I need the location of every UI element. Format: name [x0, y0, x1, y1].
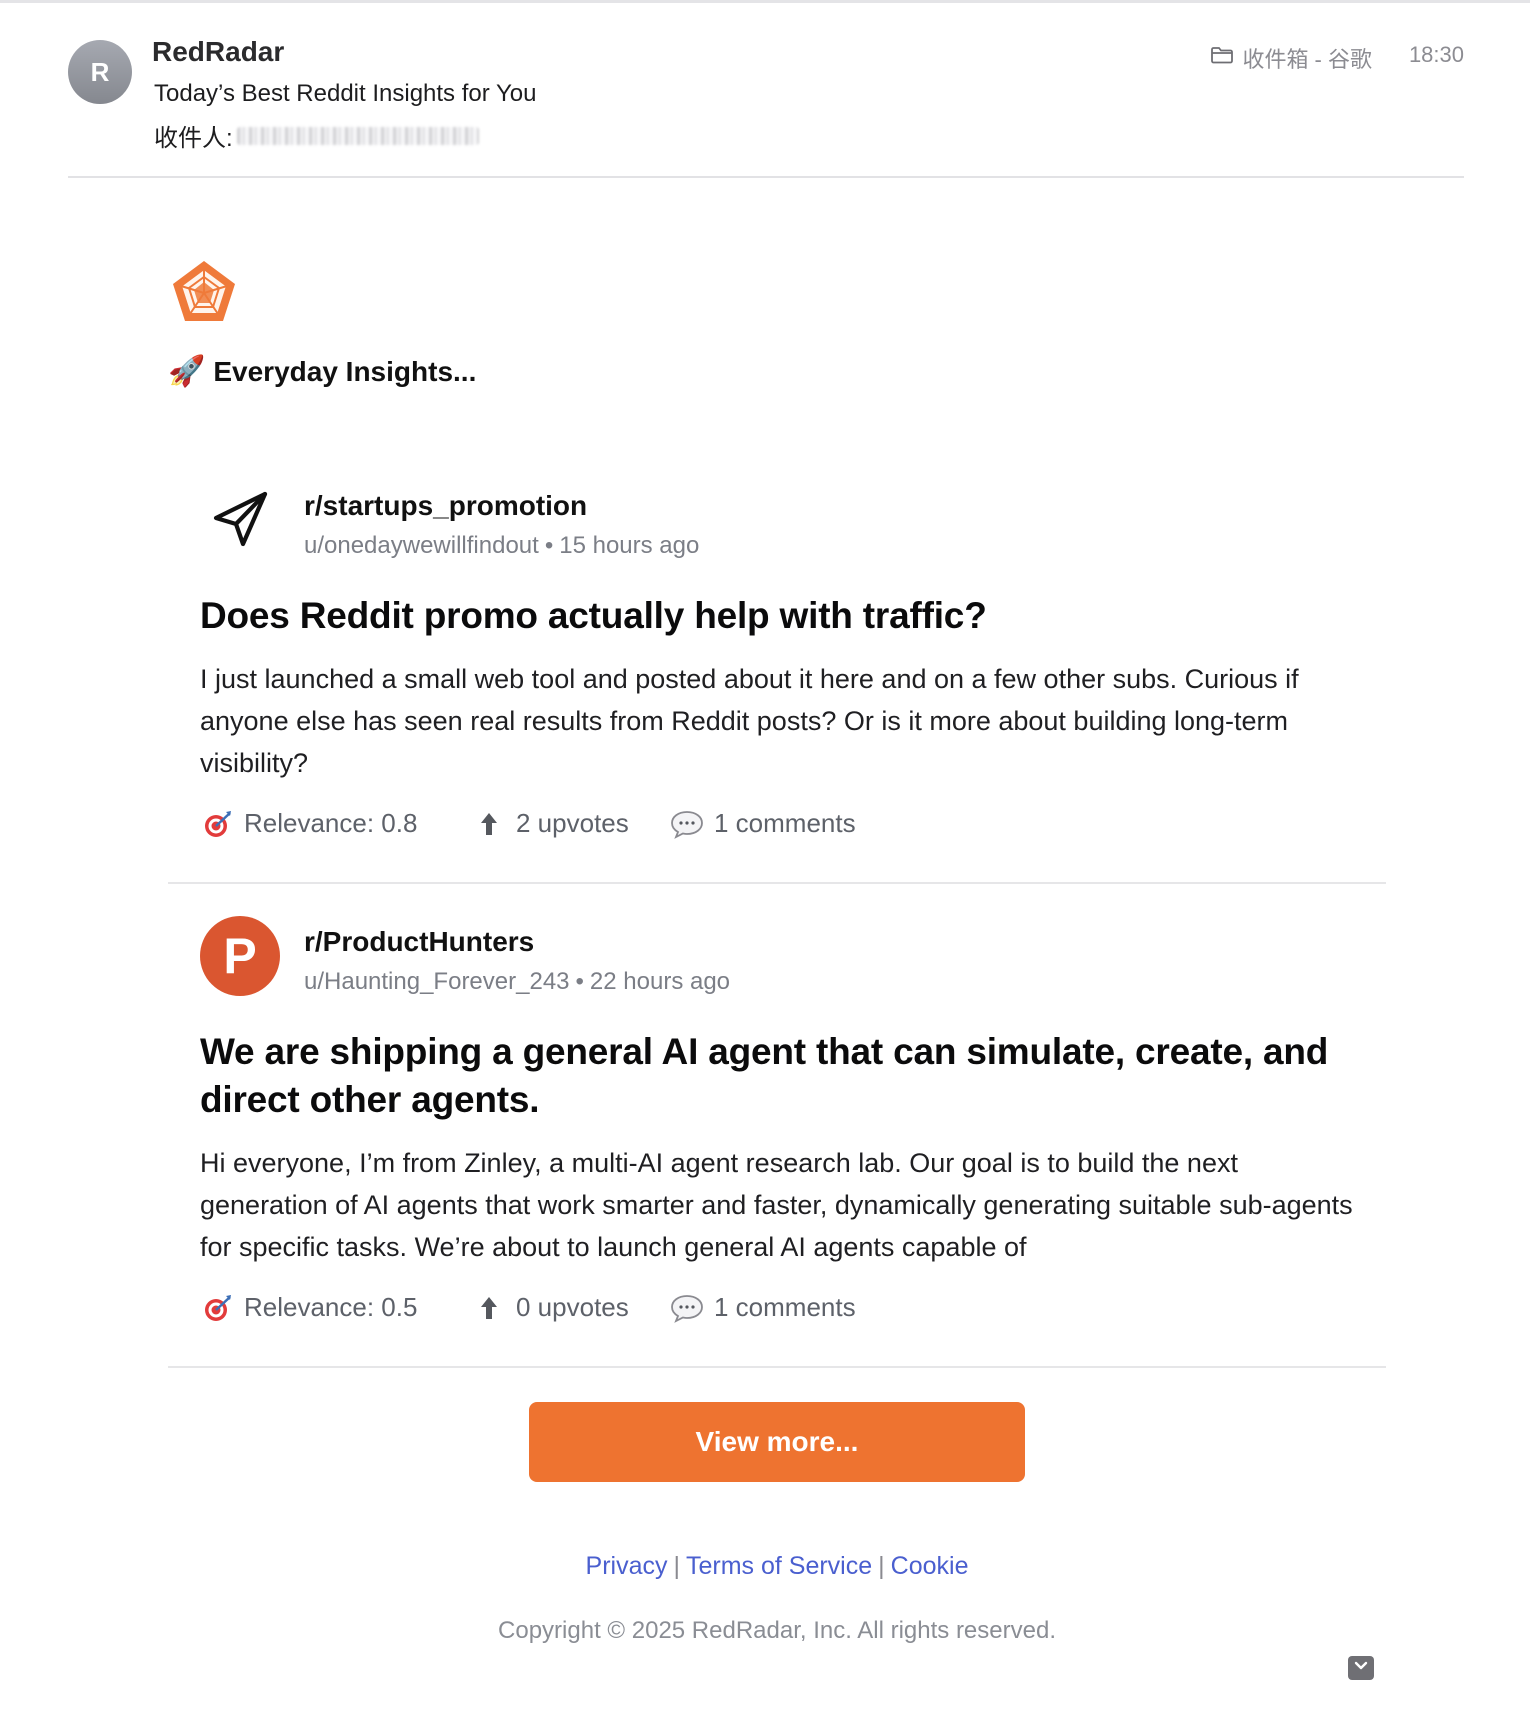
post-subreddit[interactable]: r/startups_promotion	[304, 490, 587, 522]
upvote-arrow-icon	[472, 1293, 506, 1323]
mailbox-folder[interactable]: 收件箱 - 谷歌	[1210, 42, 1372, 74]
top-divider	[0, 0, 1530, 3]
cookie-link[interactable]: Cookie	[891, 1552, 969, 1580]
intro-heading-text: Everyday Insights...	[213, 355, 477, 387]
target-icon	[200, 809, 234, 839]
folder-icon	[1210, 45, 1234, 71]
recipient-address-redacted	[236, 126, 479, 145]
collapse-chevron-button[interactable]	[1348, 1656, 1374, 1680]
view-more-button[interactable]: View more...	[529, 1402, 1025, 1482]
terms-link[interactable]: Terms of Service	[686, 1552, 872, 1580]
sender-avatar[interactable]: R	[68, 40, 132, 104]
speech-bubble-icon	[670, 809, 704, 839]
post-time: 15 hours ago	[559, 532, 700, 559]
post-upvotes[interactable]: 2 upvotes	[472, 808, 670, 839]
footer-links: Privacy | Terms of Service | Cookie	[0, 1552, 1530, 1581]
post-body: I just launched a small web tool and pos…	[200, 664, 1299, 778]
post-relevance: Relevance: 0.8	[200, 808, 472, 839]
privacy-link[interactable]: Privacy	[586, 1552, 668, 1580]
paper-plane-icon	[200, 480, 280, 560]
redradar-logo-icon	[170, 258, 238, 326]
post-card[interactable]: r/startups_promotion u/onedaywewillfindo…	[168, 480, 1386, 884]
post-title[interactable]: We are shipping a general AI agent that …	[200, 1028, 1360, 1124]
post-comments[interactable]: 1 comments	[670, 1292, 856, 1323]
recipient-row: 收件人:	[154, 118, 479, 153]
recipient-label: 收件人:	[154, 125, 233, 152]
post-relevance: Relevance: 0.5	[200, 1292, 472, 1323]
post-title[interactable]: Does Reddit promo actually help with tra…	[200, 592, 1360, 640]
post-stats: Relevance: 0.8 2 upvotes 1 comments	[200, 808, 856, 839]
mail-subject: Today’s Best Reddit Insights for You	[154, 80, 537, 107]
relevance-text: Relevance: 0.8	[244, 808, 418, 838]
post-comments[interactable]: 1 comments	[670, 808, 856, 839]
target-icon	[200, 1293, 234, 1323]
rocket-icon: 🚀	[168, 355, 206, 388]
folder-label: 收件箱 - 谷歌	[1242, 47, 1372, 72]
post-card[interactable]: P r/ProductHunters u/Haunting_Forever_24…	[168, 916, 1386, 1368]
post-subreddit[interactable]: r/ProductHunters	[304, 926, 534, 958]
chevron-down-icon	[1353, 1659, 1369, 1677]
relevance-text: Relevance: 0.5	[244, 1292, 418, 1322]
post-body: Hi everyone, I’m from Zinley, a multi-AI…	[200, 1148, 1353, 1262]
upvotes-text: 0 upvotes	[516, 1292, 629, 1322]
footer-separator: |	[673, 1552, 680, 1580]
comments-text: 1 comments	[714, 808, 856, 838]
sender-name[interactable]: RedRadar	[152, 36, 284, 68]
post-author[interactable]: u/Haunting_Forever_243	[304, 968, 570, 995]
post-meta: u/onedaywewillfindout • 15 hours ago	[304, 532, 700, 559]
speech-bubble-icon	[670, 1293, 704, 1323]
mail-header: R RedRadar Today’s Best Reddit Insights …	[68, 36, 1464, 178]
post-meta: u/Haunting_Forever_243 • 22 hours ago	[304, 968, 731, 995]
comments-text: 1 comments	[714, 1292, 856, 1322]
post-upvotes[interactable]: 0 upvotes	[472, 1292, 670, 1323]
post-author[interactable]: u/onedaywewillfindout	[304, 532, 539, 559]
post-stats: Relevance: 0.5 0 upvotes 1 comments	[200, 1292, 856, 1323]
mail-time: 18:30	[1408, 42, 1464, 67]
upvotes-text: 2 upvotes	[516, 808, 629, 838]
footer-separator: |	[878, 1552, 885, 1580]
copyright-text: Copyright © 2025 RedRadar, Inc. All righ…	[498, 1617, 1056, 1644]
post-time: 22 hours ago	[589, 968, 731, 995]
producthunt-icon: P	[200, 916, 280, 996]
upvote-arrow-icon	[472, 809, 506, 839]
intro-heading: 🚀 Everyday Insights...	[168, 354, 476, 389]
